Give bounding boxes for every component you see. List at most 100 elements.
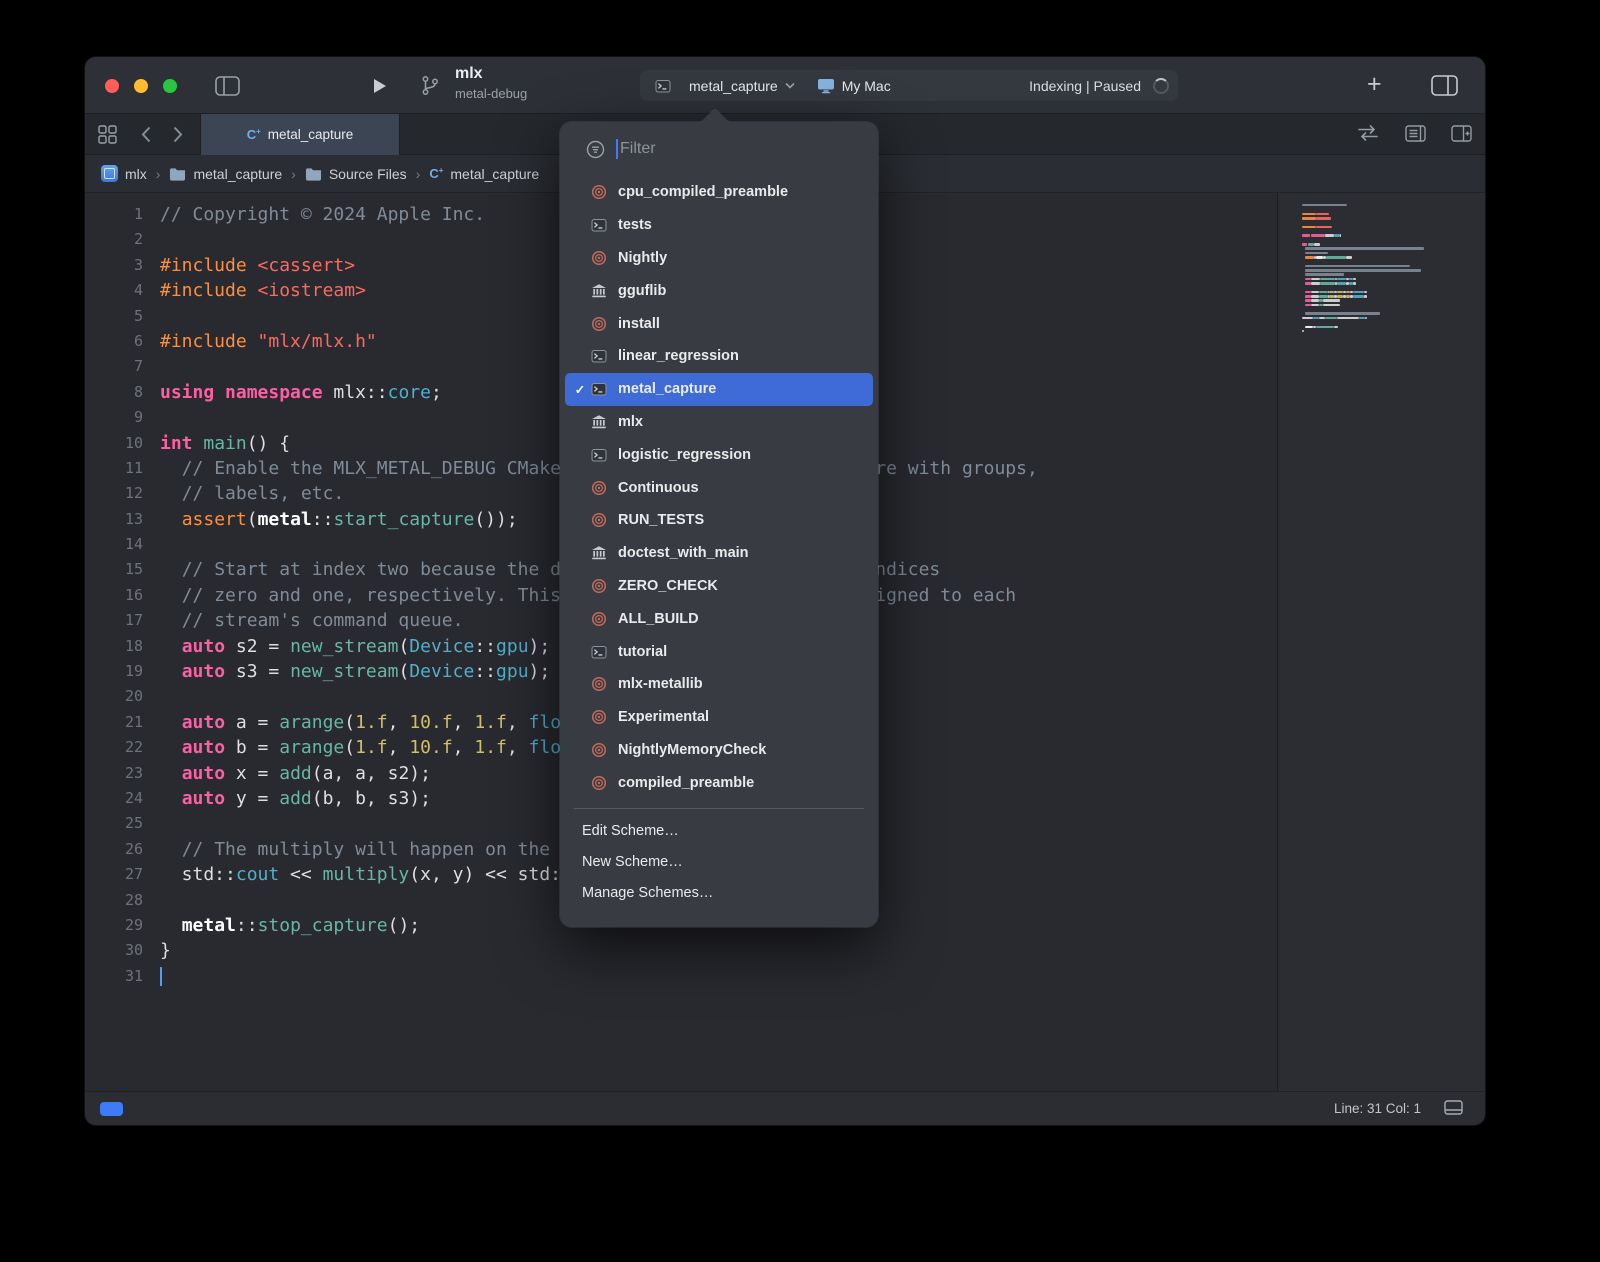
scheme-item-tests[interactable]: tests: [565, 209, 873, 242]
line-number[interactable]: 17: [85, 608, 143, 633]
line-col-indicator: Line: 31 Col: 1: [1334, 1101, 1421, 1116]
line-number[interactable]: 13: [85, 507, 143, 532]
tab-metal-capture[interactable]: metal_capture: [200, 114, 400, 155]
line-number[interactable]: 12: [85, 481, 143, 506]
scheme-item-Nightly[interactable]: Nightly: [565, 242, 873, 275]
line-number[interactable]: 5: [85, 304, 143, 329]
line-number[interactable]: 25: [85, 811, 143, 836]
adjust-editor-icon[interactable]: [1444, 1100, 1463, 1120]
line-number[interactable]: 14: [85, 532, 143, 557]
scheme-item-metal_capture[interactable]: ✓metal_capture: [565, 373, 873, 406]
line-number[interactable]: 16: [85, 583, 143, 608]
scheme-item-label: ALL_BUILD: [618, 611, 699, 627]
scheme-item-mlx[interactable]: mlx: [565, 406, 873, 439]
scheme-item-gguflib[interactable]: gguflib: [565, 274, 873, 307]
scheme-item-label: logistic_regression: [618, 447, 751, 463]
line-number[interactable]: 8: [85, 380, 143, 405]
close-window-button[interactable]: [105, 79, 119, 93]
terminal-icon: [591, 447, 608, 463]
related-items-icon[interactable]: [1357, 125, 1379, 141]
sidebar-toggle-icon[interactable]: [215, 76, 240, 96]
breadcrumb-metal_capture[interactable]: metal_capture: [169, 166, 282, 182]
line-number[interactable]: 27: [85, 862, 143, 887]
minimize-window-button[interactable]: [134, 79, 148, 93]
line-number[interactable]: 29: [85, 913, 143, 938]
line-number[interactable]: 18: [85, 634, 143, 659]
editor-layout-button[interactable]: [1431, 75, 1458, 96]
add-tab-button[interactable]: [1367, 70, 1382, 99]
line-number[interactable]: 11: [85, 456, 143, 481]
line-number[interactable]: 3: [85, 253, 143, 278]
menu-item-edit-scheme-[interactable]: Edit Scheme…: [560, 815, 878, 846]
scheme-item-doctest_with_main[interactable]: doctest_with_main: [565, 537, 873, 570]
breadcrumb-label: Source Files: [329, 166, 407, 182]
line-number[interactable]: 4: [85, 278, 143, 303]
target-icon: [591, 316, 608, 332]
library-icon: [591, 545, 608, 561]
scheme-item-ZERO_CHECK[interactable]: ZERO_CHECK: [565, 570, 873, 603]
line-number[interactable]: 15: [85, 557, 143, 582]
line-number[interactable]: 31: [85, 964, 143, 989]
scheme-item-Experimental[interactable]: Experimental: [565, 701, 873, 734]
breadcrumb-label: metal_capture: [193, 166, 282, 182]
line-number[interactable]: 10: [85, 431, 143, 456]
scheme-item-label: ZERO_CHECK: [618, 578, 718, 594]
minimap[interactable]: [1278, 193, 1485, 1091]
navigate-back-icon[interactable]: [141, 126, 151, 143]
line-number[interactable]: 9: [85, 405, 143, 430]
editor-options-icon[interactable]: [1405, 125, 1426, 142]
scheme-item-Continuous[interactable]: Continuous: [565, 471, 873, 504]
scheme-popover: Filter cpu_compiled_preambletestsNightly…: [560, 122, 878, 927]
scheme-item-tutorial[interactable]: tutorial: [565, 635, 873, 668]
scheme-item-RUN_TESTS[interactable]: RUN_TESTS: [565, 504, 873, 537]
scheme-item-label: mlx: [618, 414, 643, 430]
line-number[interactable]: 23: [85, 761, 143, 786]
cpp-file-icon: [429, 167, 443, 180]
menu-item-new-scheme-[interactable]: New Scheme…: [560, 846, 878, 877]
breadcrumb-mlx[interactable]: mlx: [101, 165, 147, 182]
editor-status-bar: Line: 31 Col: 1: [85, 1091, 1485, 1125]
tab-label: metal_capture: [268, 127, 354, 142]
scheme-item-compiled_preamble[interactable]: compiled_preamble: [565, 766, 873, 799]
line-number[interactable]: 24: [85, 786, 143, 811]
folder-icon: [305, 167, 322, 181]
line-number[interactable]: 2: [85, 227, 143, 252]
activity-status[interactable]: Indexing | Paused: [1029, 78, 1169, 94]
scheme-item-cpu_compiled_preamble[interactable]: cpu_compiled_preamble: [565, 176, 873, 209]
line-number[interactable]: 30: [85, 938, 143, 963]
breadcrumb-metal_capture[interactable]: metal_capture: [429, 166, 539, 182]
project-icon: [101, 165, 118, 182]
scheme-item-mlx-metallib[interactable]: mlx-metallib: [565, 668, 873, 701]
folder-icon: [169, 167, 186, 181]
scheme-item-logistic_regression[interactable]: logistic_regression: [565, 438, 873, 471]
scheme-item-linear_regression[interactable]: linear_regression: [565, 340, 873, 373]
breadcrumb-Source Files[interactable]: Source Files: [305, 166, 407, 182]
menu-item-manage-schemes-[interactable]: Manage Schemes…: [560, 877, 878, 908]
navigate-forward-icon[interactable]: [173, 126, 183, 143]
zoom-window-button[interactable]: [163, 79, 177, 93]
line-number[interactable]: 6: [85, 329, 143, 354]
terminal-icon: [591, 381, 608, 397]
chevron-right-icon: [416, 166, 421, 182]
tab-overview-icon[interactable]: [98, 125, 117, 144]
line-number[interactable]: 26: [85, 837, 143, 862]
line-number[interactable]: 20: [85, 684, 143, 709]
destination-selector[interactable]: My Mac: [817, 78, 891, 94]
run-button[interactable]: [373, 78, 387, 94]
line-number[interactable]: 22: [85, 735, 143, 760]
scheme-item-ALL_BUILD[interactable]: ALL_BUILD: [565, 602, 873, 635]
breakpoint-indicator[interactable]: [100, 1102, 123, 1116]
checkmark-icon: ✓: [569, 382, 591, 397]
line-number[interactable]: 1: [85, 202, 143, 227]
add-editor-icon[interactable]: [1451, 125, 1472, 142]
scheme-item-NightlyMemoryCheck[interactable]: NightlyMemoryCheck: [565, 734, 873, 767]
line-number[interactable]: 28: [85, 888, 143, 913]
line-number[interactable]: 7: [85, 354, 143, 379]
scheme-filter-input[interactable]: Filter: [572, 132, 866, 166]
line-number[interactable]: 19: [85, 659, 143, 684]
scheme-item-label: Experimental: [618, 709, 709, 725]
scheme-selector[interactable]: metal_capture: [649, 75, 801, 97]
scheme-item-install[interactable]: install: [565, 307, 873, 340]
line-number[interactable]: 21: [85, 710, 143, 735]
line-number-gutter[interactable]: 1234567891011121314151617181920212223242…: [85, 202, 143, 989]
